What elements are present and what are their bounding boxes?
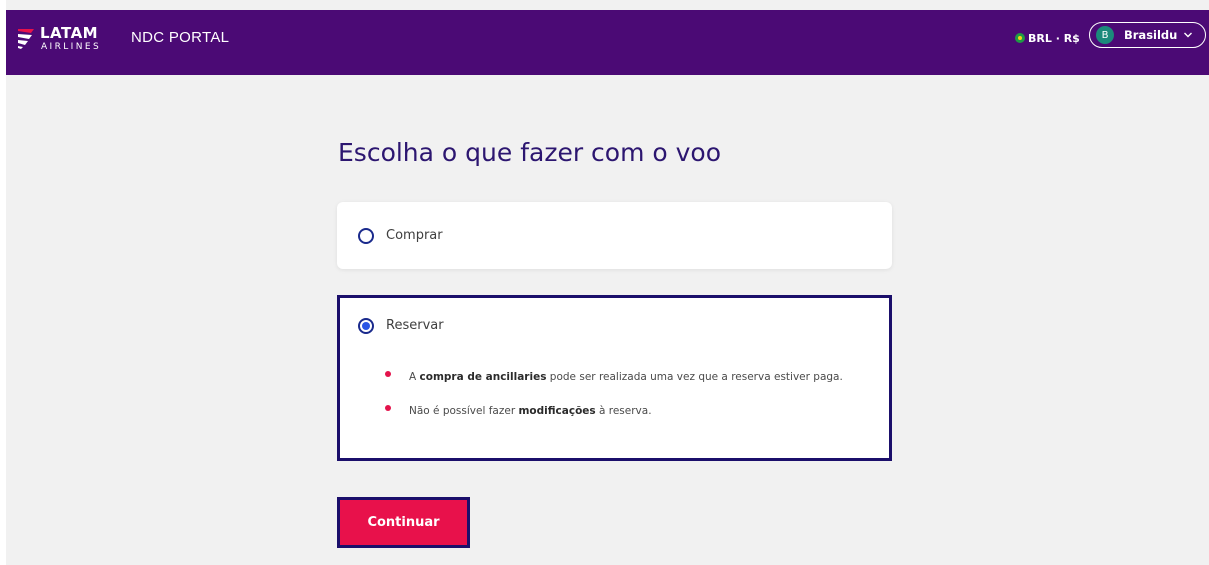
user-menu-button[interactable]: B Brasildu: [1089, 22, 1206, 48]
currency-selector[interactable]: BRL · R$: [1015, 30, 1080, 46]
note-text: Não é possível fazer: [409, 405, 519, 417]
logo-title: LATAM: [40, 24, 99, 42]
note-bold-text: compra de ancillaries: [419, 371, 547, 383]
option-label-comprar: Comprar: [386, 228, 443, 243]
note-bold-text: modificações: [518, 405, 596, 417]
radio-reservar[interactable]: [358, 318, 374, 334]
page-title: Escolha o que fazer com o voo: [338, 137, 722, 167]
latam-logo-icon: [18, 29, 34, 49]
bullet-icon: [385, 371, 391, 377]
currency-label: BRL · R$: [1028, 31, 1080, 45]
avatar: B: [1096, 26, 1114, 44]
chevron-down-icon: [1184, 32, 1193, 38]
continue-button[interactable]: Continuar: [337, 497, 470, 548]
option-card-comprar[interactable]: Comprar: [337, 202, 892, 269]
bullet-icon: [385, 405, 391, 411]
radio-comprar[interactable]: [358, 228, 374, 244]
user-name: Brasildu: [1124, 28, 1178, 42]
note-text: à reserva.: [595, 405, 652, 417]
portal-title: NDC PORTAL: [131, 29, 230, 46]
latam-logo[interactable]: LATAM AIRLINES: [14, 24, 124, 58]
logo-subtitle: AIRLINES: [41, 42, 102, 52]
note-text: A: [409, 371, 420, 383]
option-card-reservar[interactable]: Reservar A compra de ancillaries pode se…: [337, 295, 892, 461]
option-label-reservar: Reservar: [386, 318, 444, 333]
top-navigation-bar: LATAM AIRLINES NDC PORTAL BRL · R$ B Bra…: [6, 10, 1209, 75]
note-text: pode ser realizada uma vez que a reserva…: [546, 371, 843, 383]
reserve-note-modifications: Não é possível fazer modificações à rese…: [409, 405, 652, 417]
reserve-note-ancillaries: A compra de ancillaries pode ser realiza…: [409, 371, 843, 383]
page: LATAM AIRLINES NDC PORTAL BRL · R$ B Bra…: [6, 0, 1209, 565]
brazil-flag-icon: [1015, 33, 1025, 43]
